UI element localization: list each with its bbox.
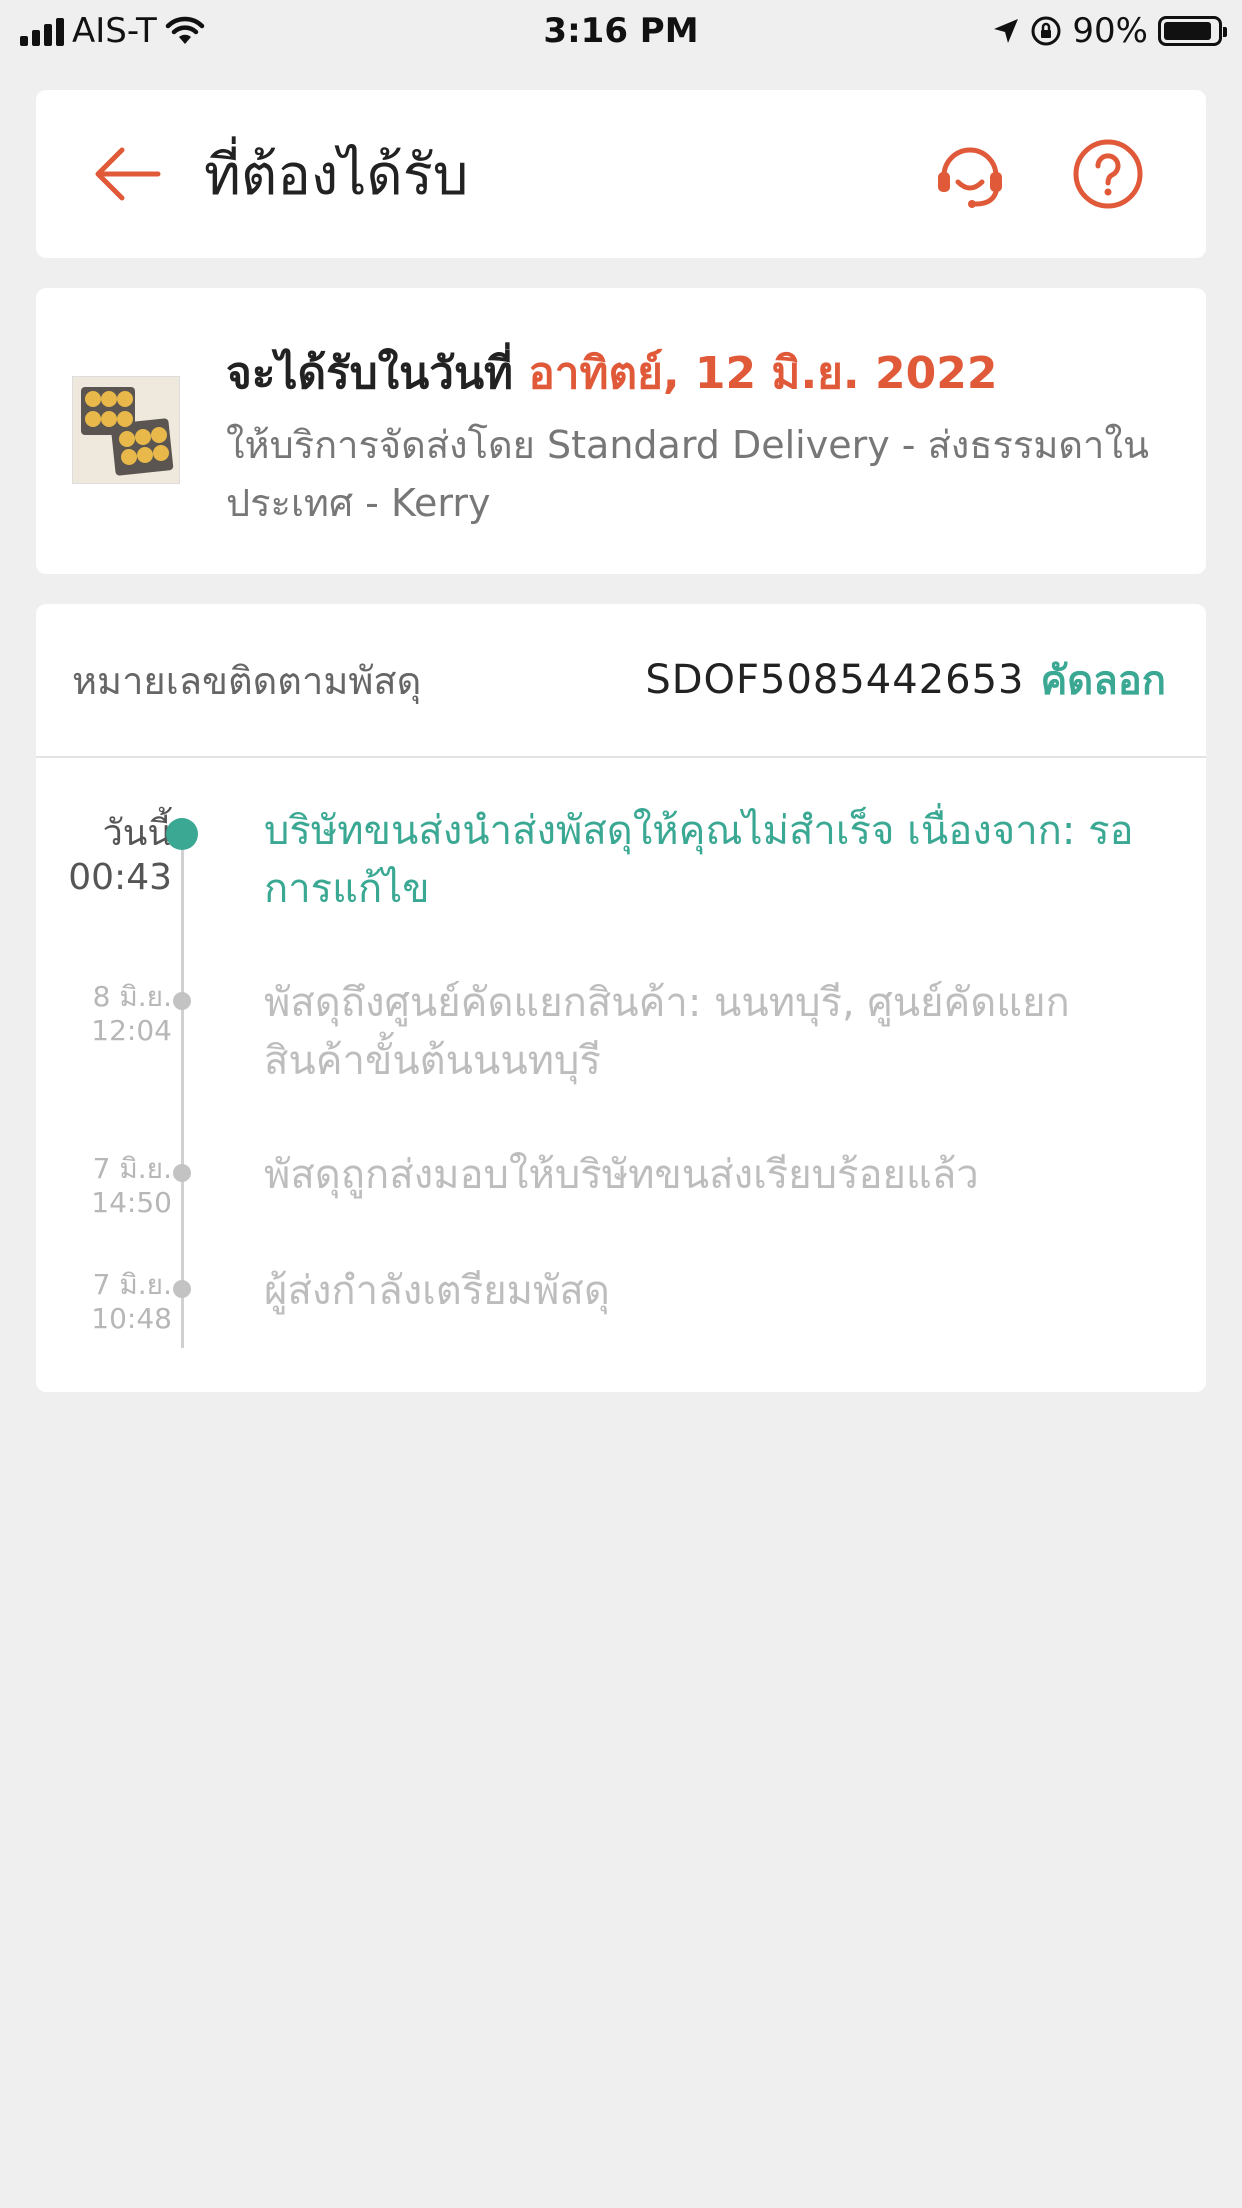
event-time: 12:04 xyxy=(91,1014,172,1047)
event-time: 14:50 xyxy=(91,1186,172,1219)
event-date: 8 มิ.ย. xyxy=(92,980,172,1013)
tracking-number-label: หมายเลขติดตามพัสดุ xyxy=(72,658,422,703)
arrow-left-icon xyxy=(95,147,161,201)
delivery-title-prefix: จะได้รับในวันที่ xyxy=(226,348,514,399)
event-description: พัสดุถึงศูนย์คัดแยกสินค้า: นนทบุรี, ศูนย… xyxy=(264,980,1070,1084)
event-datetime: 8 มิ.ย. 12:04 xyxy=(91,980,172,1048)
event-datetime: 7 มิ.ย. 10:48 xyxy=(91,1268,172,1336)
location-arrow-icon xyxy=(994,19,1019,43)
event-datetime: 7 มิ.ย. 14:50 xyxy=(91,1152,172,1220)
timeline-dot-active xyxy=(166,818,198,850)
event-time: 00:43 xyxy=(68,857,172,898)
event-datetime: วันนี้ 00:43 xyxy=(68,812,172,900)
delivery-date: อาทิตย์, 12 มิ.ย. 2022 xyxy=(528,348,998,399)
back-button[interactable] xyxy=(72,119,182,229)
tracking-card: หมายเลขติดตามพัสดุ SDOF5085442653 คัดลอก… xyxy=(36,604,1206,1392)
wifi-icon xyxy=(165,16,205,44)
cellular-signal-icon xyxy=(20,16,64,46)
delivery-info-card: จะได้รับในวันที่ อาทิตย์, 12 มิ.ย. 2022 … xyxy=(36,288,1206,574)
timeline-dot xyxy=(173,1164,191,1182)
copy-tracking-button[interactable]: คัดลอก xyxy=(1041,648,1167,712)
event-description: ผู้ส่งกำลังเตรียมพัสดุ xyxy=(264,1268,610,1314)
headset-icon xyxy=(938,147,1002,208)
event-date: 7 มิ.ย. xyxy=(92,1152,172,1185)
help-button[interactable] xyxy=(1060,126,1156,222)
event-description: พัสดุถูกส่งมอบให้บริษัทขนส่งเรียบร้อยแล้… xyxy=(264,1152,979,1198)
battery-percent: 90% xyxy=(1072,11,1148,51)
timeline-dot xyxy=(173,1280,191,1298)
customer-support-button[interactable] xyxy=(922,126,1018,222)
event-date: 7 มิ.ย. xyxy=(92,1268,172,1301)
question-circle-icon xyxy=(1073,139,1143,209)
delivery-estimate: จะได้รับในวันที่ อาทิตย์, 12 มิ.ย. 2022 xyxy=(226,338,997,408)
rotation-lock-icon xyxy=(1031,16,1061,46)
battery-icon xyxy=(1158,16,1227,46)
timeline-dot xyxy=(173,992,191,1010)
event-time: 10:48 xyxy=(91,1302,172,1335)
header-bar: ที่ต้องได้รับ xyxy=(36,90,1206,258)
timeline-line xyxy=(181,828,184,1348)
delivery-service-description: ให้บริการจัดส่งโดย Standard Delivery - ส… xyxy=(226,423,1149,525)
tracking-number: SDOF5085442653 xyxy=(645,657,1025,703)
event-description: บริษัทขนส่งนำส่งพัสดุให้คุณไม่สำเร็จ เนื… xyxy=(264,808,1134,912)
event-date: วันนี้ xyxy=(102,813,172,854)
carrier-name: AIS-T xyxy=(72,11,157,51)
page-title: ที่ต้องได้รับ xyxy=(204,142,469,208)
status-bar: AIS-T 3:16 PM 90% xyxy=(0,0,1242,62)
tracking-number-row: หมายเลขติดตามพัสดุ SDOF5085442653 คัดลอก xyxy=(36,604,1206,758)
product-thumbnail xyxy=(72,376,180,484)
